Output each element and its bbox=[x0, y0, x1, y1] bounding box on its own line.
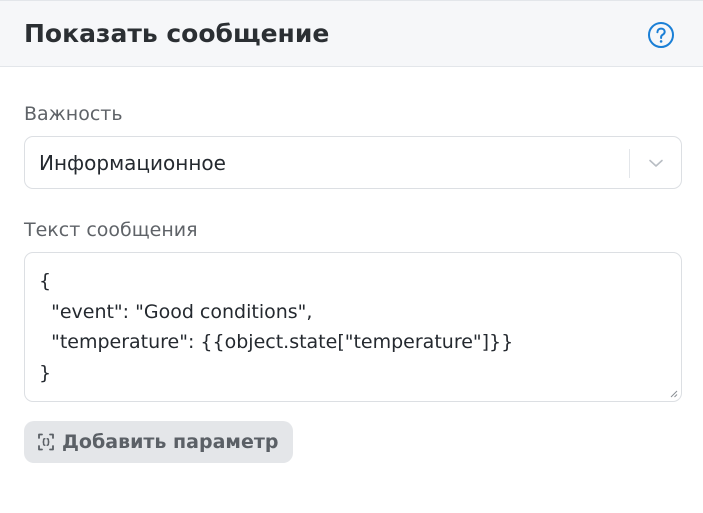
importance-select[interactable]: Информационное bbox=[24, 136, 682, 189]
importance-selected-value: Информационное bbox=[39, 151, 226, 175]
add-parameter-button[interactable]: Добавить параметр bbox=[24, 421, 293, 463]
panel-header: Показать сообщение bbox=[0, 0, 703, 67]
question-circle-icon bbox=[648, 22, 674, 48]
page-title: Показать сообщение bbox=[24, 19, 330, 48]
show-message-panel: Показать сообщение Важность Информационн… bbox=[0, 0, 703, 513]
importance-label: Важность bbox=[24, 103, 123, 125]
variable-brackets-icon bbox=[38, 433, 54, 451]
message-text-label: Текст сообщения bbox=[24, 219, 198, 241]
select-divider bbox=[629, 149, 630, 178]
message-text-area[interactable]: { "event": "Good conditions", "temperatu… bbox=[24, 252, 682, 402]
chevron-down-icon[interactable] bbox=[646, 153, 666, 173]
resize-grip-icon[interactable] bbox=[668, 388, 678, 398]
add-parameter-label: Добавить параметр bbox=[62, 431, 279, 453]
help-button[interactable] bbox=[647, 21, 675, 49]
